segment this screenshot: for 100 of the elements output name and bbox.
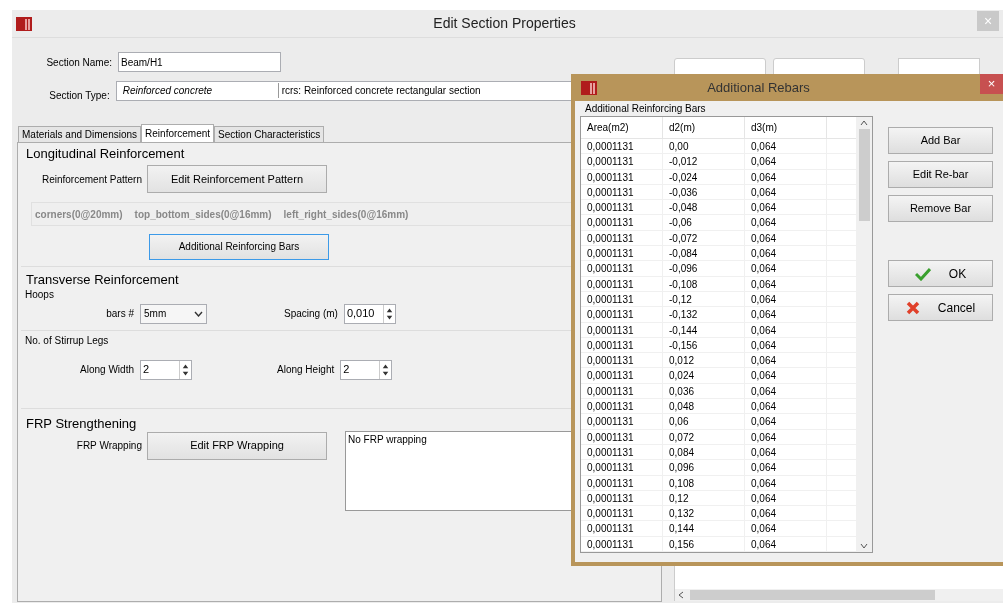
section-heading: Transverse Reinforcement [25,272,179,287]
scrollbar-thumb[interactable] [858,129,870,221]
cancel-button[interactable]: Cancel [888,294,993,321]
field-label: Section Type: [48,89,110,103]
table-cell: -0,06 [663,215,745,230]
table-cell: 0,064 [745,246,827,261]
close-button[interactable]: × [980,74,1003,94]
section-heading: Longitudinal Reinforcement [25,147,185,161]
table-cell: 0,064 [745,139,827,154]
table-cell: -0,096 [663,261,745,276]
group-title: Additional Reinforcing Bars [584,103,707,115]
button[interactable]: Remove Bar [888,195,993,222]
table-cell: 0,064 [745,414,827,429]
table-cell: 0,064 [745,276,827,291]
table-cell: 0,0001131 [581,154,663,169]
table-cell: 0,064 [745,444,827,460]
tab[interactable]: Reinforcement [141,124,215,142]
table-cell: 0,064 [745,490,827,506]
table-cell: 0,0001131 [581,460,663,475]
table-cell: 0,0001131 [581,414,663,429]
table-cell: 0,064 [745,383,827,399]
table-cell: 0,156 [663,536,745,551]
table-cell: 0,0001131 [581,399,663,414]
table-cell: 0,0001131 [581,521,663,536]
table-cell: 0,064 [745,536,827,551]
button[interactable]: Edit Reinforcement Pattern [147,165,327,193]
section-name-field[interactable]: Beam/H1 [118,52,281,72]
table-cell: -0,144 [663,322,745,337]
table-cell: 0,072 [663,429,745,444]
button[interactable]: Add Bar [888,127,993,154]
scroll-up-icon[interactable] [860,120,868,126]
table-cell: 0,0001131 [581,337,663,353]
table-cell: 0,0001131 [581,506,663,521]
table-cell: 0,036 [663,383,745,399]
table-cell: 0,064 [745,460,827,475]
along-width-field[interactable]: 2 [140,359,192,380]
table-cell: -0,156 [663,337,745,353]
table-cell: 0,0001131 [581,307,663,322]
table-cell: 0,0001131 [581,169,663,184]
table-cell: -0,012 [663,154,745,169]
spacing-field[interactable]: 0,010 [343,303,396,324]
table-cell: 0,064 [745,399,827,414]
table-cell: 0,064 [745,475,827,490]
app-icon [16,16,32,31]
scroll-left-icon[interactable] [678,591,684,599]
table-cell: 0,0001131 [581,291,663,307]
pattern-item: top_bottom_sides(0@16mm) [134,207,272,222]
table-cell: 0,064 [745,291,827,307]
table-cell: 0,00 [663,139,745,154]
button[interactable]: Additional Reinforcing Bars [149,233,329,260]
scrollbar-thumb[interactable] [690,590,935,600]
table-cell: 0,0001131 [581,429,663,444]
table-cell: 0,064 [745,429,827,444]
dialog-title: Additional Rebars [706,78,811,97]
spinner-arrows-icon[interactable] [382,304,395,323]
table-cell: 0,0001131 [581,353,663,368]
column-header[interactable]: d3(m) [745,117,827,138]
table-cell: 0,0001131 [581,184,663,200]
table-cell: -0,048 [663,200,745,215]
group-title: Hoops [24,287,54,302]
table-cell: 0,096 [663,460,745,475]
table-cell: 0,064 [745,200,827,215]
table-cell: 0,132 [663,506,745,521]
table-cell: -0,132 [663,307,745,322]
table-cell: 0,064 [745,184,827,200]
app-icon [581,80,597,95]
button[interactable]: Edit Re-bar [888,161,993,188]
text-area[interactable] [674,565,1003,601]
column-header[interactable]: d2(m) [663,117,745,138]
table-cell: 0,0001131 [581,261,663,276]
tab[interactable]: Materials and Dimensions [18,126,142,142]
button[interactable]: Edit FRP Wrapping [147,431,327,460]
spinner-arrows-icon[interactable] [179,360,191,379]
table-cell: 0,064 [745,154,827,169]
tab[interactable]: Section Characteristics [214,126,325,142]
table-cell: 0,0001131 [581,230,663,246]
horizontal-scrollbar[interactable] [675,589,1003,601]
table-cell: 0,064 [745,521,827,536]
table-cell: 0,0001131 [581,276,663,291]
table-cell: 0,144 [663,521,745,536]
table-cell: -0,036 [663,184,745,200]
table-cell: 0,0001131 [581,200,663,215]
pattern-item: corners(0@20mm) [35,207,123,222]
table-cell: 0,108 [663,475,745,490]
table-cell: 0,06 [663,414,745,429]
ok-button[interactable]: OK [888,260,993,287]
table-cell: 0,012 [663,353,745,368]
table-cell: 0,064 [745,261,827,276]
column-header[interactable]: Area(m2) [581,117,663,138]
table-cell: 0,0001131 [581,368,663,383]
vertical-scrollbar[interactable] [856,117,872,552]
table-cell: 0,0001131 [581,215,663,230]
bars-dropdown[interactable]: 5mm [140,303,207,324]
scroll-down-icon[interactable] [860,543,868,549]
table-cell: 0,0001131 [581,139,663,154]
along-height-field[interactable]: 2 [340,359,393,380]
table-cell: -0,072 [663,230,745,246]
field-label: Along Width [79,363,134,377]
table-cell: 0,064 [745,506,827,521]
table-cell: 0,064 [745,353,827,368]
